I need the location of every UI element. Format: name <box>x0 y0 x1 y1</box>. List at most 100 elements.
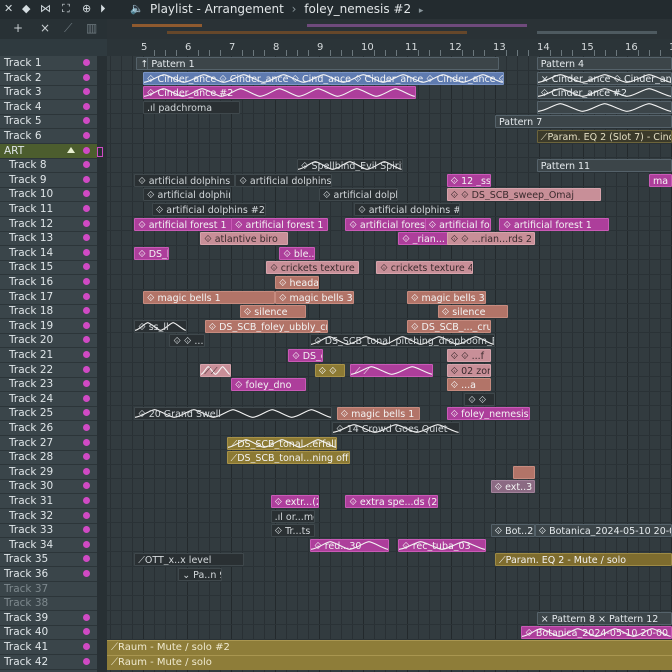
track-header[interactable]: Track 34 <box>0 538 97 553</box>
track-mute-dot-icon[interactable] <box>83 628 90 636</box>
timeline-ruler[interactable]: 567891011121314151617 <box>107 39 672 57</box>
track-mute-dot-icon[interactable] <box>83 613 90 621</box>
track-mute-dot-icon[interactable] <box>83 570 90 577</box>
track-header[interactable]: Track 36 <box>0 567 97 582</box>
track-header[interactable]: Track 8 <box>0 158 97 174</box>
clip[interactable]: ⟋ ⟋ <box>349 363 434 377</box>
track-mute-dot-icon[interactable] <box>83 190 90 198</box>
clip[interactable]: ⟐ Spellbind_Evil Spirit <box>297 159 403 173</box>
track-header[interactable]: Track 41 <box>0 640 97 655</box>
clip[interactable]: ⟐ artificial forest 1 <box>499 217 610 231</box>
grid-icon[interactable]: ▥ <box>86 21 97 35</box>
track-header[interactable]: Track 21 <box>0 348 97 363</box>
track-header[interactable]: Track 6 <box>0 129 97 144</box>
track-mute-dot-icon[interactable] <box>83 526 90 534</box>
track-mute-dot-icon[interactable] <box>83 365 90 373</box>
clip[interactable]: ⟐ DS_g <box>288 349 324 362</box>
clip[interactable]: ⟐ ...a <box>446 378 491 392</box>
track-mute-dot-icon[interactable] <box>83 117 90 125</box>
track-header[interactable]: Track 20 <box>0 333 97 349</box>
clip[interactable]: .ıl or...mo <box>270 509 315 523</box>
clip[interactable]: ⟐ headache <box>275 276 319 289</box>
clip[interactable]: ⟐ ext..3 <box>490 480 535 494</box>
track-header[interactable]: Track 3 <box>0 85 97 101</box>
clip[interactable]: ⟐ artificial forest 1 <box>231 217 328 231</box>
clip[interactable] <box>536 100 672 114</box>
track-mute-dot-icon[interactable] <box>83 146 90 154</box>
track-header[interactable]: Track 39 <box>0 611 97 626</box>
clip[interactable]: .ıl padchroma <box>143 100 240 114</box>
track-header[interactable]: Track 33 <box>0 523 97 539</box>
track-mute-dot-icon[interactable] <box>83 205 90 212</box>
clip[interactable]: ⟐ DS_SCB_tonal_pitching_dropboom_Fmaj <box>310 334 495 348</box>
clip[interactable] <box>512 465 535 479</box>
track-header[interactable]: Track 12 <box>0 217 97 232</box>
track-header[interactable]: Track 24 <box>0 392 97 407</box>
track-group-art[interactable]: ART <box>0 143 97 159</box>
track-mute-dot-icon[interactable] <box>83 453 90 461</box>
track-header[interactable]: Track 13 <box>0 231 97 247</box>
clip[interactable]: ⟋DS_SCB_tonal...erfall_Emaj <box>226 436 337 450</box>
clip[interactable]: ⟐ Botanica_2024-05-10 20-00 <box>521 626 672 640</box>
track-header[interactable]: Track 14 <box>0 246 97 261</box>
speaker-icon[interactable]: 🔈 <box>130 2 144 16</box>
pattern-selector[interactable]: foley_nemesis #2 <box>304 2 411 16</box>
clip[interactable]: ⟐ rec_tuba_03 <box>398 538 487 552</box>
clip[interactable]: Pattern 7 <box>495 115 672 129</box>
clip[interactable]: ⟐ 02 zon <box>446 363 491 377</box>
clip[interactable]: Pattern 11 <box>536 159 672 173</box>
track-mute-dot-icon[interactable] <box>83 467 90 475</box>
clip[interactable]: × Cinder_ance ⟐ Cinder_ance <box>536 71 672 85</box>
clip[interactable]: ⌄ Pa..n 9 <box>178 568 223 581</box>
chevron-down-icon[interactable]: ▸ <box>419 6 424 16</box>
clip[interactable]: ⟐ 12 _ss <box>446 173 491 187</box>
clip[interactable]: ⟐ artificial dolphins <box>235 173 333 187</box>
clip[interactable]: ⟐ 14 Crowd Goes Quiet <box>332 422 460 435</box>
fullscreen-icon[interactable]: ⛶ <box>62 2 70 16</box>
track-mute-dot-icon[interactable] <box>83 380 90 388</box>
clip[interactable]: ⟐ crickets texture 4 <box>266 261 359 275</box>
track-header[interactable]: Track 16 <box>0 275 97 290</box>
track-header[interactable]: Track 23 <box>0 377 97 393</box>
track-mute-dot-icon[interactable] <box>83 161 90 169</box>
clip[interactable]: ⟐ artificial forest 1 <box>134 217 236 231</box>
clip[interactable]: ⟐ ⟐ ... <box>169 334 205 348</box>
automation-clip-mute-solo[interactable]: ⟋Raum - Mute / solo #2 <box>107 640 672 655</box>
track-header[interactable]: Track 29 <box>0 465 97 480</box>
clip[interactable]: ⟐ extra spe...ds (2) #2 <box>345 495 438 508</box>
track-header[interactable]: Track 10 <box>0 187 97 203</box>
clip[interactable]: ⟐ magic bells 3 <box>407 290 487 304</box>
track-header[interactable]: Track 42 <box>0 655 97 670</box>
track-header[interactable]: Track 1 <box>0 56 97 71</box>
remove-track-button[interactable]: × <box>40 21 50 35</box>
track-mute-dot-icon[interactable] <box>83 394 90 402</box>
track-mute-dot-icon[interactable] <box>83 88 90 96</box>
clip[interactable]: ⟐ DS_SCB_foley_ubbly_crunch <box>204 319 328 333</box>
track-header[interactable]: Track 17 <box>0 290 97 305</box>
track-header[interactable]: Track 27 <box>0 436 97 451</box>
track-mute-dot-icon[interactable] <box>83 540 90 548</box>
track-header[interactable]: Track 15 <box>0 260 97 276</box>
magnet-icon[interactable]: ⋈ <box>40 2 51 16</box>
clip[interactable]: ⟐ atlantive biro <box>200 232 289 246</box>
arrangement-overview[interactable] <box>107 19 672 39</box>
track-mute-dot-icon[interactable] <box>83 643 90 650</box>
clip[interactable]: ⟐ ss_ll <box>134 319 187 333</box>
track-header[interactable]: Track 32 <box>0 509 97 524</box>
track-header[interactable]: Track 28 <box>0 450 97 466</box>
track-header[interactable]: Track 31 <box>0 494 97 509</box>
clip[interactable]: ⟐ ⟐ <box>464 392 495 406</box>
clip[interactable]: ⟋Param. EQ 2 - Mute / solo <box>495 553 672 567</box>
automation-clip-mute-solo[interactable]: ⟋Raum - Mute / solo <box>107 654 672 670</box>
track-mute-dot-icon[interactable] <box>83 657 90 665</box>
clip[interactable]: ⟐ 20 Grand Swell <box>134 407 333 421</box>
clip[interactable]: ⟐ magic bells 1 <box>336 407 421 421</box>
track-header[interactable]: Track 19 <box>0 319 97 334</box>
clip[interactable]: ⟐ artificial dolphins <box>143 188 231 202</box>
track-header[interactable]: Track 9 <box>0 173 97 188</box>
track-mute-dot-icon[interactable] <box>83 292 90 300</box>
track-mute-dot-icon[interactable] <box>83 424 90 431</box>
clip[interactable]: ⟐ ⟐ DS_SCB_sweep_Omaj <box>446 188 601 202</box>
clip[interactable]: ⟋OTT_x..x level <box>134 553 245 567</box>
zoom-icon[interactable]: ⊕ <box>82 2 91 16</box>
